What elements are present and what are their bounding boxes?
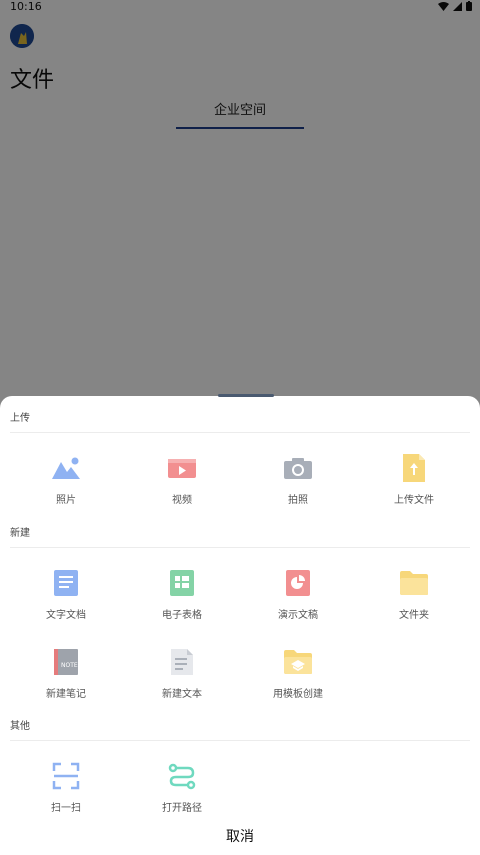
text-file-icon xyxy=(166,646,198,678)
item-label: 视频 xyxy=(172,495,192,506)
scan-icon xyxy=(50,760,82,792)
cancel-button[interactable]: 取消 xyxy=(190,826,290,848)
item-label: 拍照 xyxy=(288,495,308,506)
item-new-text[interactable]: 新建文本 xyxy=(122,646,242,710)
drag-handle[interactable] xyxy=(218,394,274,397)
template-icon xyxy=(282,646,314,678)
folder-icon xyxy=(398,567,430,599)
item-label: 电子表格 xyxy=(162,610,202,621)
path-icon xyxy=(166,760,198,792)
spreadsheet-icon xyxy=(166,567,198,599)
item-label: 新建文本 xyxy=(162,689,202,700)
item-folder[interactable]: 文件夹 xyxy=(354,567,474,631)
photo-icon xyxy=(50,452,82,484)
svg-text:NOTE: NOTE xyxy=(61,662,78,669)
text-document-icon xyxy=(50,567,82,599)
section-label-new: 新建 xyxy=(10,528,30,539)
item-label: 文件夹 xyxy=(399,610,429,621)
section-label-upload: 上传 xyxy=(10,413,30,424)
item-new-note[interactable]: NOTE 新建笔记 xyxy=(6,646,126,710)
camera-icon xyxy=(282,452,314,484)
item-label: 文字文档 xyxy=(46,610,86,621)
item-text-document[interactable]: 文字文档 xyxy=(6,567,126,631)
divider xyxy=(10,547,470,548)
presentation-icon xyxy=(282,567,314,599)
item-presentation[interactable]: 演示文稿 xyxy=(238,567,358,631)
section-label-other: 其他 xyxy=(10,721,30,732)
video-icon xyxy=(166,452,198,484)
item-label: 打开路径 xyxy=(162,803,202,814)
note-icon: NOTE xyxy=(50,646,82,678)
divider xyxy=(10,740,470,741)
item-label: 用模板创建 xyxy=(273,689,323,700)
divider xyxy=(10,432,470,433)
item-label: 照片 xyxy=(56,495,76,506)
item-label: 新建笔记 xyxy=(46,689,86,700)
item-upload-file[interactable]: 上传文件 xyxy=(354,452,474,516)
item-scan[interactable]: 扫一扫 xyxy=(6,760,126,824)
item-video[interactable]: 视频 xyxy=(122,452,242,516)
item-camera[interactable]: 拍照 xyxy=(238,452,358,516)
item-photo[interactable]: 照片 xyxy=(6,452,126,516)
item-from-template[interactable]: 用模板创建 xyxy=(238,646,358,710)
item-open-path[interactable]: 打开路径 xyxy=(122,760,242,824)
upload-file-icon xyxy=(398,452,430,484)
item-label: 演示文稿 xyxy=(278,610,318,621)
item-spreadsheet[interactable]: 电子表格 xyxy=(122,567,242,631)
item-label: 上传文件 xyxy=(394,495,434,506)
item-label: 扫一扫 xyxy=(51,803,81,814)
